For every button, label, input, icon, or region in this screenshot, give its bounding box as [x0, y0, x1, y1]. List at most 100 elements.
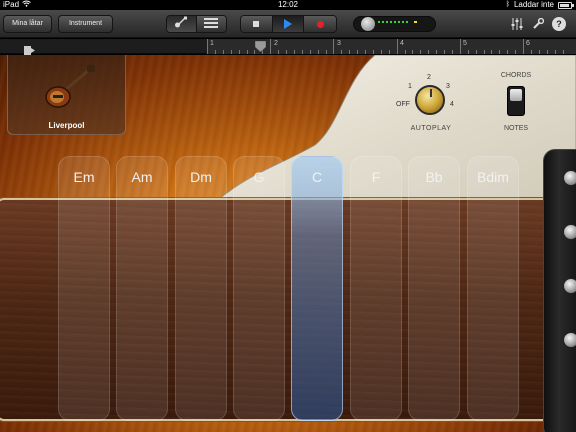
- playhead-icon[interactable]: [254, 39, 267, 53]
- chord-label: Em: [73, 169, 95, 185]
- record-button[interactable]: [304, 16, 336, 32]
- status-time: 12:02: [277, 0, 299, 9]
- ruler-number: 3: [337, 40, 341, 47]
- guitar-side-panel: [543, 149, 576, 432]
- ruler-tick: [499, 50, 501, 54]
- chord-label: G: [253, 169, 265, 185]
- master-volume-meter[interactable]: [353, 16, 436, 32]
- stop-icon: [253, 21, 260, 27]
- track-settings-icon[interactable]: [24, 42, 35, 55]
- wrench-icon[interactable]: [531, 17, 545, 31]
- ruler-tick: [404, 50, 406, 54]
- chord-strip-am[interactable]: Am: [116, 156, 168, 421]
- status-right: ᛒ Laddar inte: [505, 0, 574, 10]
- peak-indicator: [414, 21, 417, 23]
- chord-strip-bb[interactable]: Bb: [408, 156, 460, 421]
- instrument-button[interactable]: Instrument: [58, 15, 113, 33]
- timeline-ruler[interactable]: 1 2 3 4 5 6: [207, 39, 576, 54]
- my-songs-button[interactable]: Mina låtar: [3, 15, 52, 33]
- ruler-tick: [554, 50, 556, 54]
- ruler-tick: [507, 50, 509, 54]
- ruler-tick: [412, 50, 414, 54]
- smart-guitar-area: Liverpool OFF 1 2 3 4 AUTOPLAY CHORDS NO…: [0, 55, 576, 432]
- battery-status-text: Laddar inte: [513, 0, 554, 9]
- play-icon: [284, 19, 292, 29]
- ruler-tick: [515, 50, 517, 54]
- ruler-tick: [420, 50, 422, 54]
- autoplay-position-1: 1: [408, 83, 412, 90]
- ruler-tick: [309, 50, 311, 54]
- level-leds: [378, 21, 408, 23]
- bass-guitar-icon: [38, 65, 98, 113]
- ruler-tick: [317, 50, 319, 54]
- ruler-tick: [270, 39, 272, 54]
- ruler-tick: [467, 50, 469, 54]
- ruler-tick: [436, 50, 438, 54]
- help-icon[interactable]: ?: [552, 17, 566, 31]
- tuning-knob[interactable]: [563, 332, 576, 348]
- ruler-tick: [365, 50, 366, 54]
- ruler-tick: [333, 39, 335, 54]
- ruler-tick: [562, 50, 564, 54]
- record-icon: [316, 20, 324, 28]
- ruler-number: 6: [526, 40, 530, 47]
- view-switcher: [166, 15, 227, 33]
- ruler-tick: [546, 50, 548, 54]
- chord-strip-c[interactable]: C: [291, 156, 343, 421]
- ruler-tick: [230, 50, 232, 54]
- ruler-tick: [523, 39, 524, 54]
- ruler-tick: [222, 50, 224, 54]
- guitar-view-icon: [174, 16, 188, 32]
- battery-icon: [558, 1, 574, 9]
- chords-label: CHORDS: [500, 72, 532, 79]
- autoplay-position-2: 2: [427, 74, 431, 81]
- stop-button[interactable]: [241, 16, 273, 32]
- ruler-tick: [428, 50, 430, 54]
- timeline-bar: 1 2 3 4 5 6: [0, 39, 576, 55]
- ruler-tick: [451, 50, 453, 54]
- chord-strip-dm[interactable]: Dm: [175, 156, 227, 421]
- ruler-tick: [475, 50, 477, 54]
- ruler-tick: [530, 50, 532, 54]
- ruler-tick: [483, 50, 485, 54]
- chord-strip-bdim[interactable]: Bdim: [467, 156, 519, 421]
- transport-controls: [240, 15, 337, 33]
- notes-label: NOTES: [503, 125, 529, 132]
- status-bar: iPad 12:02 ᛒ Laddar inte: [0, 0, 576, 10]
- autoplay-position-3: 3: [446, 83, 450, 90]
- ruler-tick: [238, 50, 240, 54]
- bluetooth-icon: ᛒ: [505, 1, 510, 8]
- ruler-tick: [278, 50, 280, 54]
- mixer-icon[interactable]: [510, 17, 524, 31]
- instrument-name: Liverpool: [48, 121, 85, 130]
- autoplay-control: OFF 1 2 3 4 AUTOPLAY: [392, 71, 470, 133]
- toggle-lever: [510, 89, 522, 101]
- tracks-view-button[interactable]: [196, 16, 226, 32]
- ruler-tick: [325, 50, 327, 54]
- guitar-view-button[interactable]: [167, 16, 197, 32]
- tuning-knob[interactable]: [563, 224, 576, 240]
- ruler-number: 5: [463, 40, 467, 47]
- tuning-knob[interactable]: [563, 170, 576, 186]
- ruler-tick: [372, 50, 374, 54]
- chords-notes-switch: CHORDS NOTES: [491, 72, 541, 136]
- chord-strip-f[interactable]: F: [350, 156, 402, 421]
- chord-label: Bdim: [477, 169, 509, 185]
- chord-label: Bb: [425, 169, 443, 185]
- chord-strip-em[interactable]: Em: [58, 156, 110, 421]
- tracks-view-icon: [204, 16, 219, 32]
- instrument-selector[interactable]: Liverpool: [7, 55, 126, 135]
- autoplay-knob[interactable]: [415, 85, 445, 115]
- play-button[interactable]: [272, 16, 305, 32]
- ruler-tick: [246, 50, 248, 54]
- ruler-tick: [357, 50, 359, 54]
- tuning-knob[interactable]: [563, 278, 576, 294]
- chords-notes-toggle[interactable]: [507, 86, 525, 116]
- ruler-tick: [396, 39, 398, 54]
- chord-strip-g[interactable]: G: [233, 156, 285, 421]
- ruler-tick: [491, 50, 493, 54]
- ruler-number: 1: [210, 40, 214, 47]
- autoplay-label: AUTOPLAY: [410, 125, 452, 132]
- ruler-tick: [349, 50, 351, 54]
- volume-knob[interactable]: [361, 17, 375, 31]
